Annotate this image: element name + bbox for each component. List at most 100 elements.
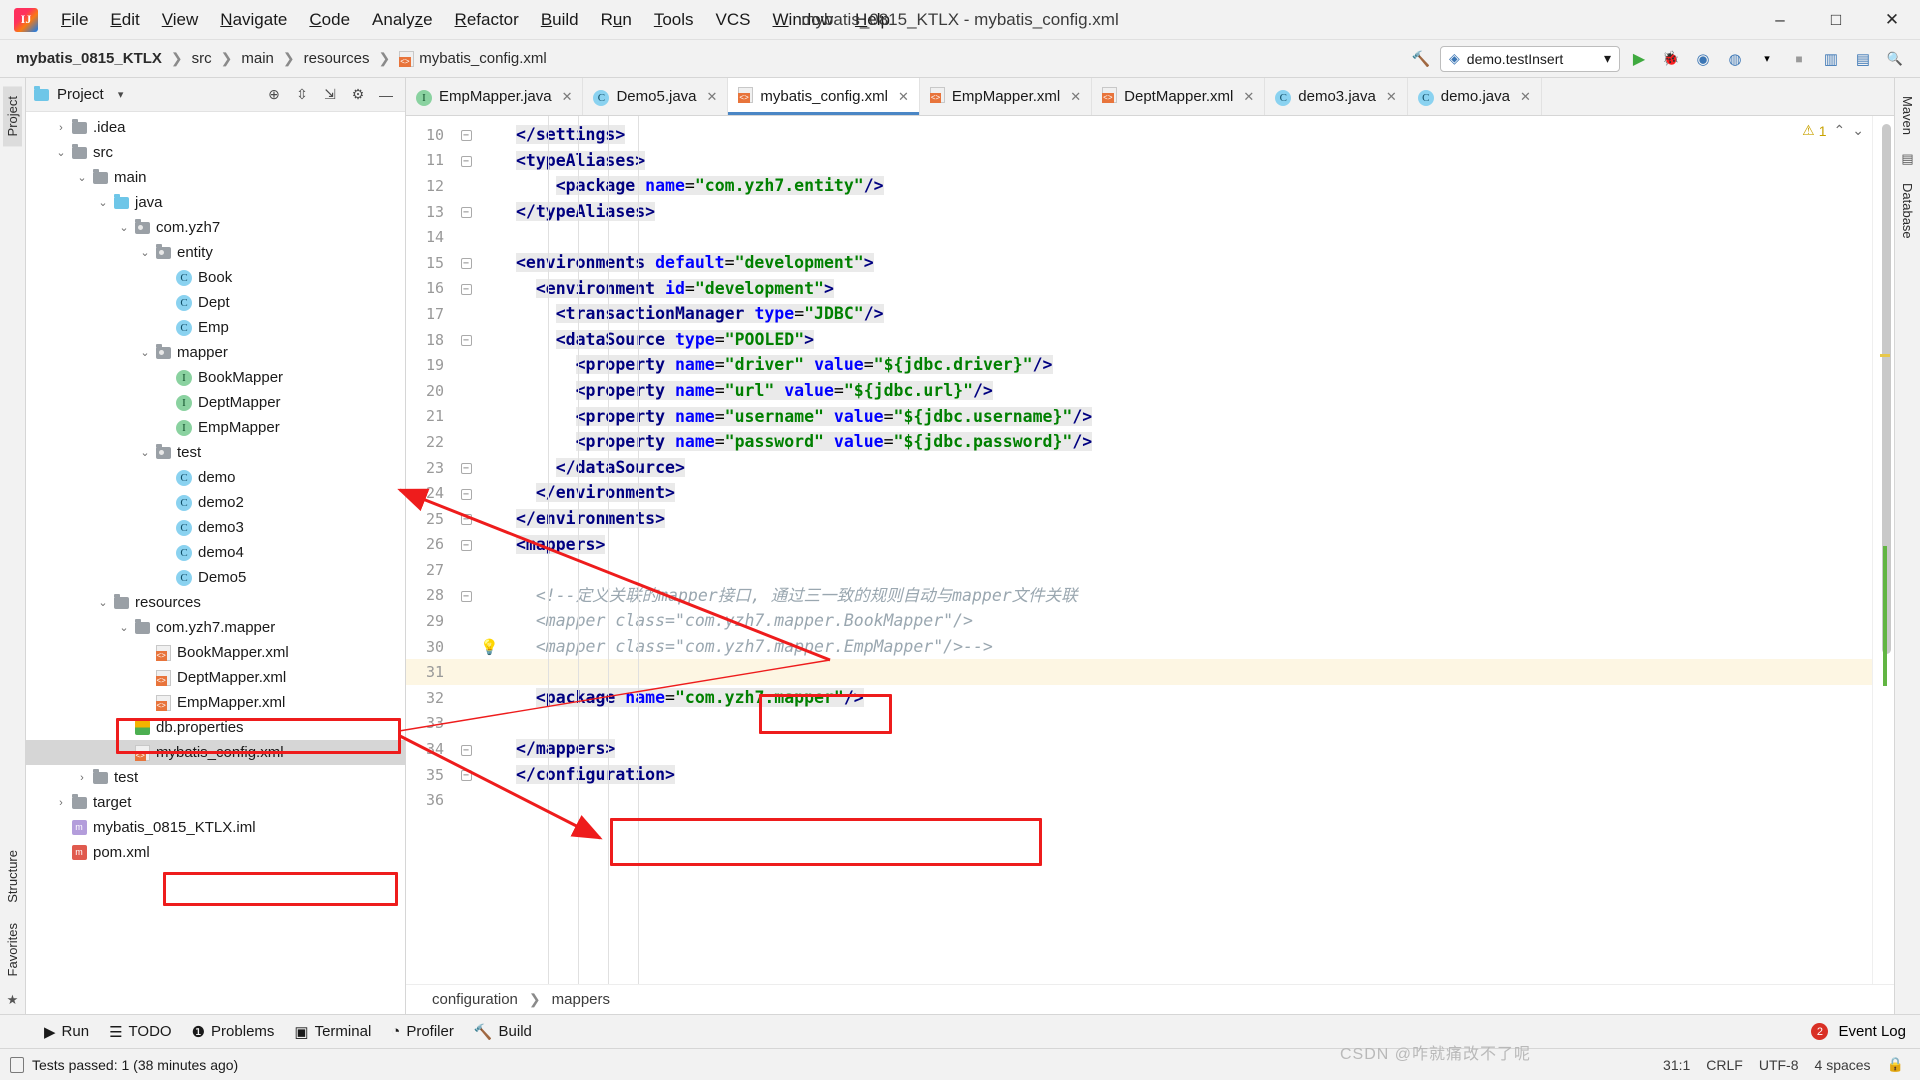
menu-refactor[interactable]: Refactor (444, 6, 530, 34)
code-line-27[interactable] (502, 557, 1872, 583)
code-line-36[interactable] (502, 787, 1872, 813)
menu-view[interactable]: View (151, 6, 210, 34)
menu-window[interactable]: Window (762, 6, 844, 34)
rail-item-database[interactable]: Database (1898, 173, 1917, 249)
editor-tab-mybatis-config-xml[interactable]: mybatis_config.xml ✕ (728, 78, 920, 115)
tree-twisty-icon[interactable]: › (74, 772, 90, 784)
fold-collapse-icon[interactable]: − (460, 283, 472, 295)
prev-problem-icon[interactable]: ⌃ (1834, 122, 1846, 139)
fold-collapse-icon[interactable]: − (460, 207, 472, 219)
gutter-line-12[interactable]: 12 (406, 173, 502, 199)
rail-item-project[interactable]: Project (3, 86, 22, 147)
search-everywhere-icon[interactable]: 🔍 (1882, 46, 1908, 72)
tree-node-com-yzh7-mapper[interactable]: ⌄ com.yzh7.mapper (26, 615, 405, 640)
tree-node-db-properties[interactable]: db.properties (26, 715, 405, 740)
tree-node-demo4[interactable]: Cdemo4 (26, 540, 405, 565)
fold-collapse-icon[interactable]: − (460, 514, 472, 526)
editor-tab-bar[interactable]: IEmpMapper.java✕CDemo5.java✕mybatis_conf… (406, 78, 1894, 116)
tree-node-bookmapper-xml[interactable]: BookMapper.xml (26, 640, 405, 665)
project-tree[interactable]: › .idea ⌄ src ⌄ main ⌄ java ⌄ com.yzh7 ⌄ entity C Boo… (26, 112, 405, 1014)
rail-item-maven[interactable]: Maven (1898, 86, 1917, 145)
tree-node-empmapper-xml[interactable]: EmpMapper.xml (26, 690, 405, 715)
editor-breadcrumb-configuration[interactable]: configuration (432, 991, 518, 1008)
tree-node-mybatis-config-xml[interactable]: mybatis_config.xml (26, 740, 405, 765)
fold-collapse-icon[interactable]: − (460, 335, 472, 347)
fold-collapse-icon[interactable]: − (460, 130, 472, 142)
tree-node-com-yzh7[interactable]: ⌄ com.yzh7 (26, 215, 405, 240)
tree-node-demo2[interactable]: Cdemo2 (26, 490, 405, 515)
gutter-line-31[interactable]: 31 (406, 659, 502, 686)
tree-node-bookmapper[interactable]: I BookMapper (26, 365, 405, 390)
tree-node-emp[interactable]: C Emp (26, 315, 405, 340)
breadcrumb-project[interactable]: mybatis_0815_KTLX (12, 48, 166, 69)
tool-window-terminal[interactable]: ▣ Terminal (284, 1020, 381, 1044)
expand-all-icon[interactable]: ⇳ (291, 84, 313, 106)
code-line-13[interactable]: </typeAliases> (502, 199, 1872, 225)
caret-position[interactable]: 31:1 (1663, 1057, 1690, 1073)
gutter-line-19[interactable]: 19 (406, 352, 502, 378)
minimize-button[interactable]: – (1752, 0, 1808, 40)
file-encoding[interactable]: UTF-8 (1759, 1057, 1799, 1073)
breadcrumb-src[interactable]: src (188, 48, 216, 69)
code-line-15[interactable]: <environments default="development"> (502, 250, 1872, 276)
tree-node-dept[interactable]: C Dept (26, 290, 405, 315)
tool-window-build[interactable]: 🔨 Build (464, 1020, 542, 1044)
menu-build[interactable]: Build (530, 6, 590, 34)
tool-window-profiler[interactable]: ◔ Profiler (381, 1020, 464, 1043)
gutter-line-21[interactable]: 21 (406, 404, 502, 430)
tool-window-todo[interactable]: ☰ TODO (99, 1020, 182, 1044)
close-icon[interactable]: ✕ (704, 89, 718, 105)
tree-node-demo5[interactable]: C Demo5 (26, 565, 405, 590)
code-line-31[interactable] (502, 659, 1872, 686)
editor-marker-bar[interactable] (1872, 116, 1894, 984)
close-icon[interactable]: ✕ (559, 89, 573, 105)
tree-node--idea[interactable]: › .idea (26, 115, 405, 140)
code-line-35[interactable]: </configuration> (502, 762, 1872, 788)
indent-setting[interactable]: 4 spaces (1815, 1057, 1871, 1073)
gutter-line-16[interactable]: 16 − (406, 276, 502, 302)
tree-node-src[interactable]: ⌄ src (26, 140, 405, 165)
gutter-line-24[interactable]: 24 − (406, 480, 502, 506)
next-problem-icon[interactable]: ⌄ (1852, 122, 1864, 139)
gutter-line-13[interactable]: 13 − (406, 199, 502, 225)
stop-button[interactable]: ■ (1786, 46, 1812, 72)
tree-node-book[interactable]: C Book (26, 265, 405, 290)
locate-file-icon[interactable]: ⊕ (263, 84, 285, 106)
rail-item-favorites[interactable]: Favorites (3, 913, 22, 986)
code-content[interactable]: </settings> <typeAliases> <package name="… (502, 116, 1872, 813)
menu-help[interactable]: Help (844, 6, 901, 34)
close-icon[interactable]: ✕ (1067, 89, 1081, 105)
code-line-28[interactable]: <!--定义关联的mapper接口, 通过三一致的规则自动与mapper文件关联 (502, 583, 1872, 609)
gutter-line-23[interactable]: 23 − (406, 455, 502, 481)
maximize-button[interactable]: □ (1808, 0, 1864, 40)
editor-tab-empmapper-java[interactable]: I EmpMapper.java ✕ (406, 78, 584, 115)
code-line-16[interactable]: <environment id="development"> (502, 276, 1872, 302)
tree-node-demo[interactable]: Cdemo (26, 465, 405, 490)
tree-node-mapper[interactable]: ⌄ mapper (26, 340, 405, 365)
tree-node-demo3[interactable]: Cdemo3 (26, 515, 405, 540)
code-line-24[interactable]: </environment> (502, 480, 1872, 506)
gutter-line-32[interactable]: 32 (406, 685, 502, 711)
chevron-down-icon[interactable]: ▾ (110, 84, 132, 106)
close-icon[interactable]: ✕ (1517, 89, 1531, 105)
rail-item-structure[interactable]: Structure (3, 840, 22, 913)
tree-twisty-icon[interactable]: › (53, 122, 69, 134)
code-line-29[interactable]: <mapper class="com.yzh7.mapper.BookMappe… (502, 608, 1872, 634)
code-line-33[interactable] (502, 711, 1872, 737)
code-line-25[interactable]: </environments> (502, 506, 1872, 532)
lock-icon[interactable]: 🔒 (1887, 1056, 1904, 1073)
close-button[interactable]: ✕ (1864, 0, 1920, 40)
tree-twisty-icon[interactable]: ⌄ (137, 346, 153, 359)
close-icon[interactable]: ✕ (895, 89, 909, 105)
run-button[interactable]: ▶ (1626, 46, 1652, 72)
tree-node-test[interactable]: › test (26, 765, 405, 790)
settings-gear-icon[interactable]: ⚙ (347, 84, 369, 106)
menu-tools[interactable]: Tools (643, 6, 705, 34)
gutter-line-14[interactable]: 14 (406, 224, 502, 250)
gutter-line-20[interactable]: 20 (406, 378, 502, 404)
gutter-line-11[interactable]: 11 − (406, 148, 502, 174)
tree-twisty-icon[interactable]: › (53, 797, 69, 809)
code-line-18[interactable]: <dataSource type="POOLED"> (502, 327, 1872, 353)
code-line-21[interactable]: <property name="username" value="${jdbc.… (502, 404, 1872, 430)
editor-tab-demo3-java[interactable]: Cdemo3.java ✕ (1265, 78, 1408, 115)
